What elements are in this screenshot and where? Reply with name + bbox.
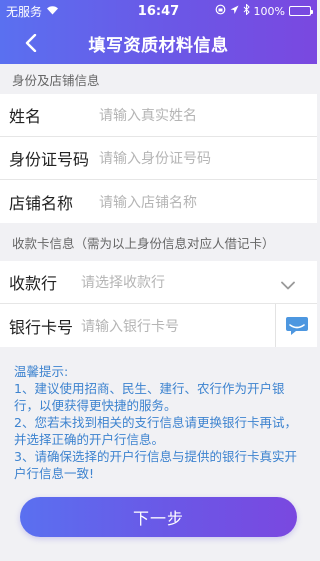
back-button[interactable]	[18, 30, 44, 56]
shop-row: 店铺名称 请输入店铺名称	[0, 180, 317, 223]
card-section-title: 收款卡信息（需为以上身份信息对应人借记卡）	[0, 223, 317, 261]
idcard-row: 身份证号码 请输入身份证号码	[0, 137, 317, 180]
status-time: 16:47	[137, 3, 180, 19]
name-row: 姓名 请输入真实姓名	[0, 94, 317, 137]
card-form: 收款行 请选择收款行 银行卡号 请输入银行卡号	[0, 261, 317, 347]
shop-label: 店铺名称	[9, 193, 74, 213]
cardno-label: 银行卡号	[9, 317, 74, 337]
chevron-down-icon	[281, 275, 295, 294]
identity-form: 姓名 请输入真实姓名 身份证号码 请输入身份证号码 店铺名称 请输入店铺名称	[0, 94, 317, 223]
name-label: 姓名	[9, 107, 42, 126]
wifi-icon	[46, 4, 59, 18]
header: 无服务 16:47 100% 填写资质材料信息	[0, 0, 317, 64]
page-title: 填写资质材料信息	[88, 35, 229, 56]
nav-bar: 填写资质材料信息	[0, 22, 317, 64]
battery-percent: 100%	[253, 4, 285, 18]
bank-row[interactable]: 收款行 请选择收款行	[0, 261, 317, 304]
battery-icon	[289, 6, 313, 16]
tips-line-2: 2、您若未找到相关的支行信息请更换银行卡再试，并选择正确的开户行信息。	[14, 415, 297, 447]
tips-line-1: 1、建议使用招商、民生、建行、农行作为开户银行，以便获得更快捷的服务。	[14, 381, 285, 413]
tips-line-3: 3、请确保选择的开户行信息与提供的银行卡真实开户行信息一致!	[14, 449, 297, 481]
bank-label: 收款行	[9, 274, 58, 293]
tips-box: 温馨提示: 1、建议使用招商、民生、建行、农行作为开户银行，以便获得更快捷的服务…	[0, 347, 317, 482]
status-right: 100%	[201, 3, 313, 18]
tips-title: 温馨提示:	[14, 364, 69, 379]
status-left: 无服务	[6, 3, 116, 20]
cardno-row: 银行卡号 请输入银行卡号	[0, 304, 317, 347]
idcard-label: 身份证号码	[9, 150, 90, 169]
rotation-lock-icon	[215, 4, 226, 18]
name-input[interactable]: 请输入真实姓名	[99, 105, 317, 125]
carrier-text: 无服务	[6, 4, 43, 19]
location-icon	[230, 5, 239, 18]
next-button[interactable]: 下一步	[20, 497, 297, 537]
status-bar: 无服务 16:47 100%	[0, 0, 317, 22]
idcard-input[interactable]: 请输入身份证号码	[99, 148, 317, 168]
identity-section-title: 身份及店铺信息	[0, 64, 317, 94]
chat-bubble-icon	[285, 316, 308, 335]
shop-input[interactable]: 请输入店铺名称	[99, 192, 317, 212]
chevron-left-icon	[25, 34, 37, 52]
bluetooth-icon	[243, 3, 250, 18]
chat-bubble-button[interactable]	[275, 304, 317, 347]
